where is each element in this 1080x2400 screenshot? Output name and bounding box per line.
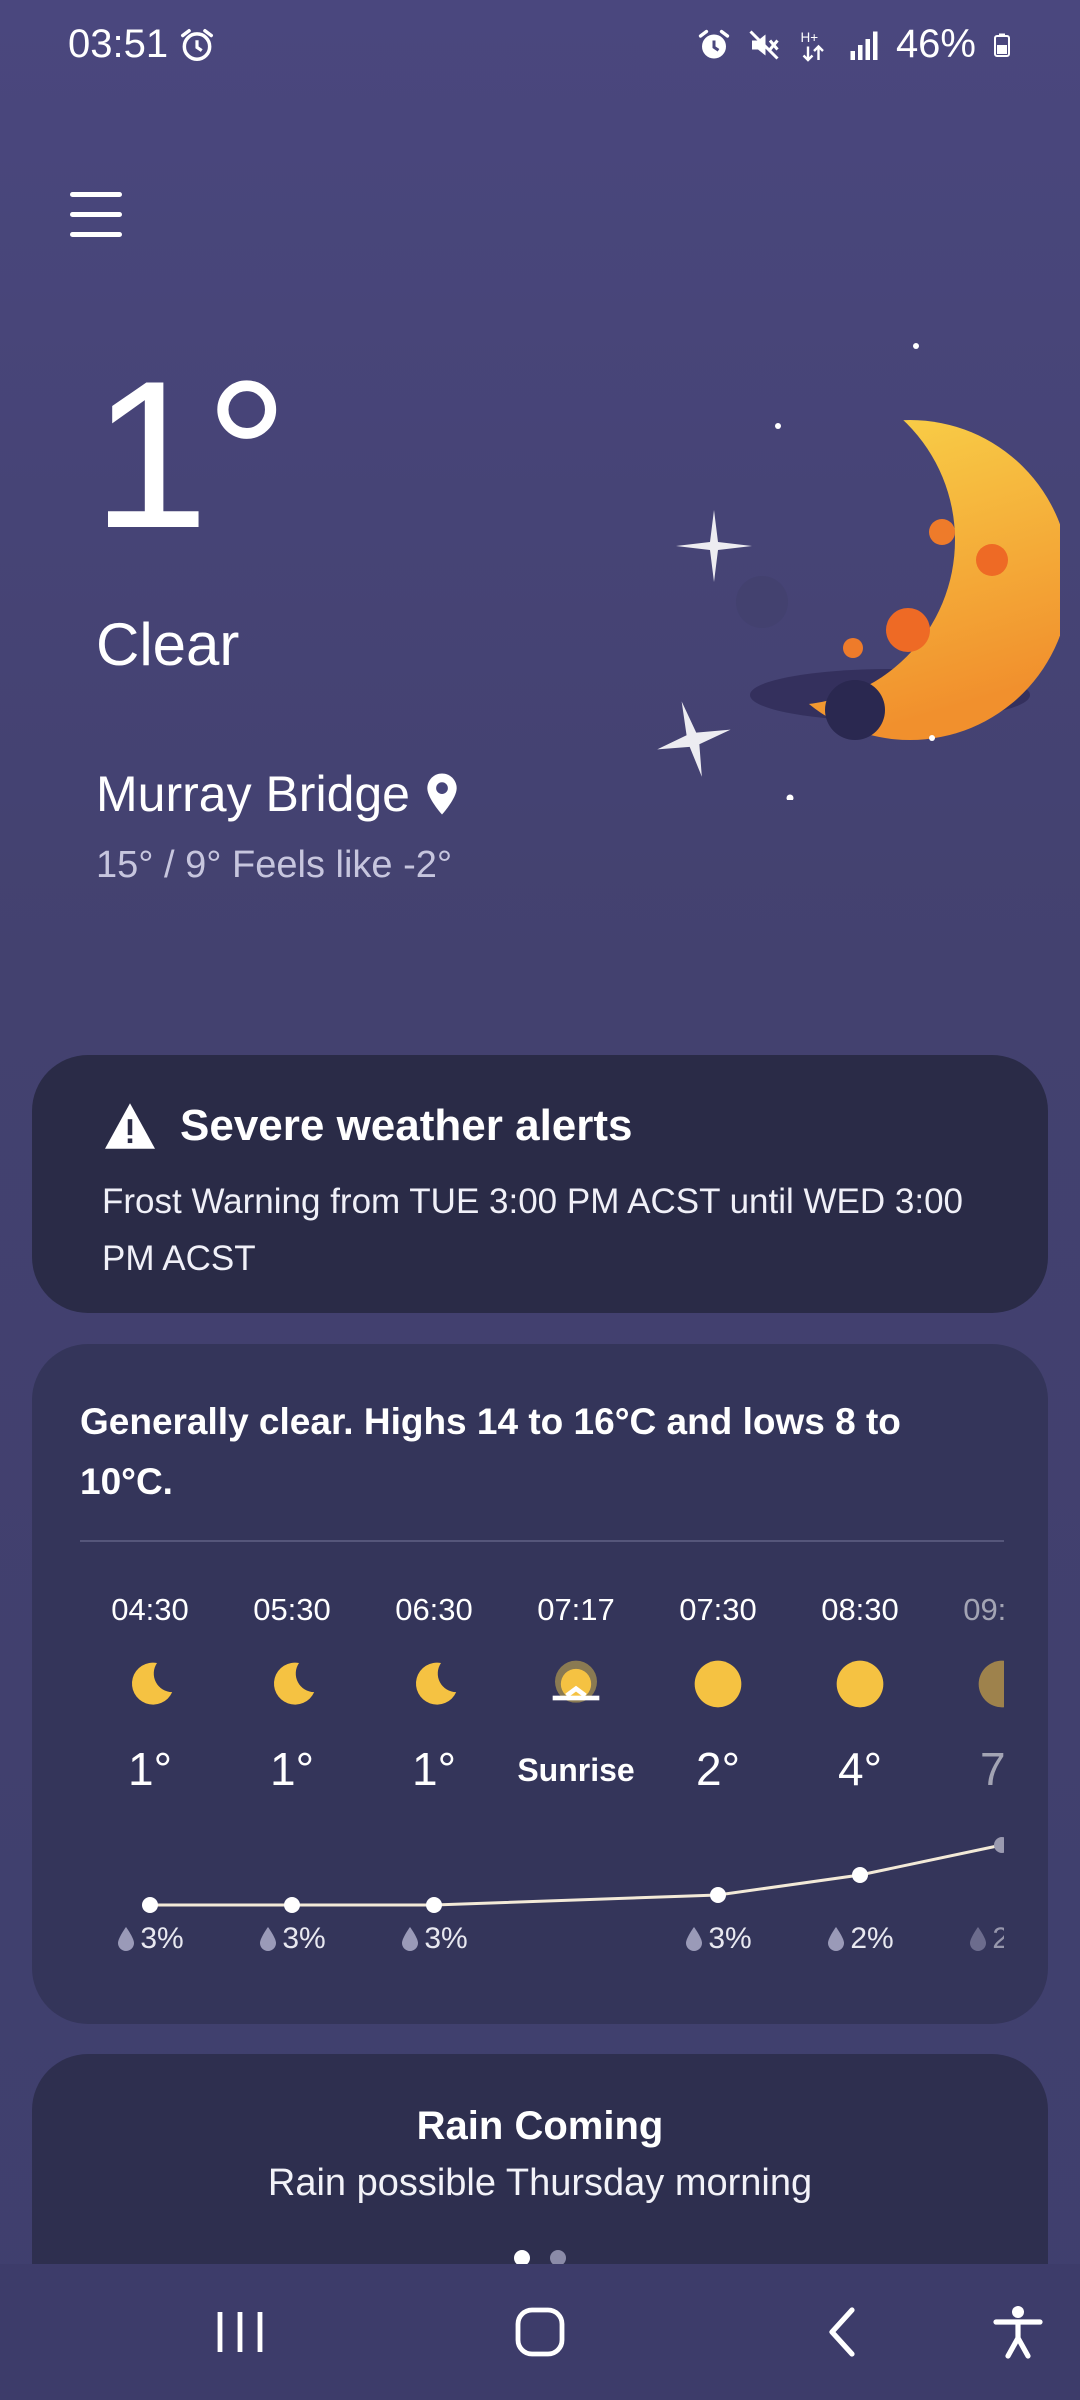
svg-text:H+: H+ <box>800 30 818 45</box>
alarm-icon <box>181 29 213 61</box>
alert-title: Severe weather alerts <box>180 1101 633 1150</box>
hourly-forecast-card[interactable]: Generally clear. Highs 14 to 16°C and lo… <box>32 1344 1048 2024</box>
rain-title: Rain Coming <box>416 2104 664 2148</box>
precipitation-chance: 3% <box>364 1922 504 1956</box>
alert-header: Severe weather alerts <box>102 1101 978 1151</box>
precipitation-value: 3% <box>424 1922 468 1955</box>
hour-temperature: 1° <box>270 1743 314 1795</box>
current-condition: Clear <box>96 611 240 678</box>
location-row[interactable]: Murray Bridge <box>96 765 460 823</box>
recent-apps-button[interactable] <box>208 2300 272 2364</box>
precipitation-value: 2% <box>992 1922 1004 1955</box>
network-type-icon: H+ <box>800 30 824 62</box>
raindrop-icon <box>402 1927 419 1951</box>
home-button[interactable] <box>508 2300 572 2364</box>
current-temperature: 1° <box>92 337 289 572</box>
hour-time: 05:30 <box>253 1592 331 1627</box>
rain-coming-card[interactable]: Rain Coming Rain possible Thursday morni… <box>32 2054 1048 2266</box>
precipitation-chance: 3% <box>222 1922 362 1956</box>
precipitation-value: 3% <box>708 1922 752 1955</box>
hour-time: 07:17 <box>537 1592 615 1627</box>
location-name: Murray Bridge <box>96 766 410 822</box>
hourly-forecast-list[interactable]: 04:30 1° 3% 05:30 1° 3% 06:30 1° 3% 07:17 Sunrise 0… <box>80 1560 1004 2000</box>
hour-time: 04:30 <box>111 1592 189 1627</box>
precipitation-value: 2% <box>850 1922 894 1955</box>
clear-night-moon-icon <box>657 343 1060 800</box>
hour-temperature: 7° <box>980 1743 1004 1795</box>
rain-subtitle: Rain possible Thursday morning <box>267 2162 813 2204</box>
location-pin-icon <box>427 773 457 815</box>
sun-icon <box>832 1656 888 1712</box>
moon-icon <box>406 1656 462 1712</box>
high-low-feels-like: 15° / 9° Feels like -2° <box>96 844 453 886</box>
battery-icon <box>994 33 1010 57</box>
hour-temperature: 4° <box>838 1743 882 1795</box>
signal-icon <box>850 31 878 60</box>
mute-icon <box>749 29 779 60</box>
navigation-bar <box>0 2264 1080 2400</box>
trend-point <box>426 1897 442 1913</box>
warning-icon <box>105 1103 155 1149</box>
raindrop-icon <box>260 1927 277 1951</box>
status-bar: 03:51 H+ 46% <box>0 0 1080 92</box>
precipitation-chance: 3% <box>80 1922 220 1956</box>
battery-percent: 46% <box>895 22 976 66</box>
menu-line <box>70 192 122 197</box>
trend-point <box>284 1897 300 1913</box>
moon-icon <box>264 1656 320 1712</box>
hour-temperature: Sunrise <box>517 1752 635 1788</box>
sunrise-icon <box>548 1656 604 1712</box>
menu-line <box>70 212 122 217</box>
alert-text: Frost Warning from TUE 3:00 PM ACST unti… <box>102 1182 964 1278</box>
raindrop-icon <box>118 1927 135 1951</box>
menu-button[interactable] <box>70 192 122 242</box>
divider <box>80 1540 1004 1542</box>
precipitation-value: 3% <box>140 1922 184 1955</box>
sun-icon <box>974 1656 1004 1712</box>
trend-path <box>150 1843 1003 1907</box>
trend-point <box>852 1867 868 1883</box>
hour-temperature: 2° <box>696 1743 740 1795</box>
sun-icon <box>690 1656 746 1712</box>
precipitation-chance: 3% <box>648 1922 788 1956</box>
hour-time: 08:30 <box>821 1592 899 1627</box>
back-button[interactable] <box>812 2300 876 2364</box>
status-icons: H+ 46% <box>696 22 1014 67</box>
alarm-icon <box>698 29 730 58</box>
hour-time: 07:30 <box>679 1592 757 1627</box>
status-time: 03:51 <box>68 22 169 66</box>
moon-icon <box>122 1656 178 1712</box>
severe-weather-alert-card[interactable]: Severe weather alerts Frost Warning from… <box>32 1055 1048 1313</box>
precipitation-chance: 2% <box>932 1922 1004 1956</box>
precipitation-value: 3% <box>282 1922 326 1955</box>
accessibility-icon[interactable] <box>986 2300 1050 2364</box>
hour-temperature: 1° <box>128 1743 172 1795</box>
hour-time: 06:30 <box>395 1592 473 1627</box>
hour-temperature: 1° <box>412 1743 456 1795</box>
menu-line <box>70 232 122 237</box>
precipitation-chance: 2% <box>790 1922 930 1956</box>
raindrop-icon <box>970 1927 987 1951</box>
hour-time: 09:30 <box>963 1592 1004 1627</box>
forecast-summary: Generally clear. Highs 14 to 16°C and lo… <box>80 1401 901 1502</box>
trend-point <box>710 1887 726 1903</box>
trend-point <box>994 1837 1004 1853</box>
raindrop-icon <box>828 1927 845 1951</box>
trend-point <box>142 1897 158 1913</box>
raindrop-icon <box>686 1927 703 1951</box>
